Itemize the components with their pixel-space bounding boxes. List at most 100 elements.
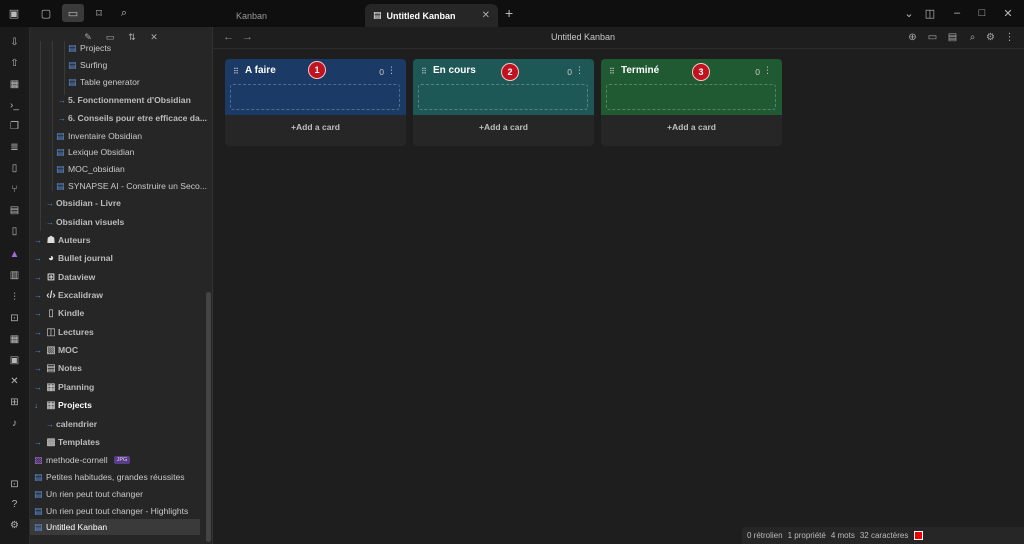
search-icon[interactable]: ⌕ xyxy=(966,31,979,44)
list-item[interactable]: ▤ Inventaire Obsidian xyxy=(30,128,212,144)
list-item[interactable]: → Obsidian visuels xyxy=(30,214,212,230)
card-drop-zone[interactable] xyxy=(230,84,400,110)
more-vertical-icon[interactable]: ⋮ xyxy=(387,65,396,76)
chevron-right-icon: → xyxy=(34,437,42,447)
list-item[interactable]: ▤ Surfing xyxy=(30,57,212,73)
card-drop-zone[interactable] xyxy=(418,84,588,110)
list-item[interactable]: → 6. Conseils pour etre efficace da... xyxy=(30,110,212,126)
calendar-icon[interactable]: ▦ xyxy=(7,332,22,347)
layers-icon[interactable]: ≣ xyxy=(7,140,22,155)
scrollbar[interactable] xyxy=(206,292,211,542)
terminal-icon[interactable]: ›_ xyxy=(7,98,22,113)
close-icon[interactable]: ✕ xyxy=(482,10,490,21)
list-item[interactable]: → ☗ Auteurs xyxy=(30,232,212,248)
list-item[interactable]: → ▩ Templates xyxy=(30,434,212,450)
chevron-right-icon: → xyxy=(34,235,42,245)
mountain-icon[interactable]: ▲ xyxy=(7,247,22,262)
list-item[interactable]: ▤ Un rien peut tout changer xyxy=(30,486,212,502)
help-box-icon[interactable]: ⊡ xyxy=(7,477,22,492)
folder-icon[interactable]: ▭ xyxy=(62,4,84,22)
tab-kanban[interactable]: Kanban xyxy=(228,4,363,27)
more-vertical-icon[interactable]: ⋮ xyxy=(763,65,772,76)
ribbon: ⇩ ⇧ ▦ ›_ ❐ ≣ ▯ ⑂ ▤ ▯ ▲ ▥ ⫶ ⊡ ▦ ▣ ✕ ⊞ ♪ ⊡… xyxy=(0,27,30,544)
list-item[interactable]: ▤ Table generator xyxy=(30,74,212,90)
list-item[interactable]: → ▧ MOC xyxy=(30,342,212,358)
maximize-icon[interactable]: □ xyxy=(974,5,990,21)
minimize-icon[interactable]: – xyxy=(949,5,965,21)
file-code-icon[interactable]: ▯ xyxy=(7,161,22,176)
list-item[interactable]: → ▯ Kindle xyxy=(30,305,212,321)
list-item[interactable]: → calendrier xyxy=(30,416,212,432)
chevron-down-icon[interactable]: ⌄ xyxy=(901,5,917,21)
card-drop-zone[interactable] xyxy=(606,84,776,110)
list-item[interactable]: → ▤ Notes xyxy=(30,360,212,376)
list-item[interactable]: → ◫ Lectures xyxy=(30,324,212,340)
tab-untitled-kanban[interactable]: ▤ Untitled Kanban ✕ xyxy=(365,4,498,27)
list-item[interactable]: ▤ SYNAPSE AI - Construire un Seco... xyxy=(30,178,212,194)
file-icon: ▤ xyxy=(34,505,43,516)
file-icon[interactable]: ▢ xyxy=(38,5,54,21)
lane-title[interactable]: En cours xyxy=(433,65,476,76)
list-item[interactable]: ▤ Projects xyxy=(30,40,212,56)
list-item[interactable]: → ▦ Planning xyxy=(30,379,212,395)
tablet-icon[interactable]: ▯ xyxy=(7,224,22,239)
sidebar-toggle-icon[interactable]: ▣ xyxy=(6,5,22,21)
add-circle-icon[interactable]: ⊕ xyxy=(906,31,919,44)
list-item-selected[interactable]: ▤ Untitled Kanban xyxy=(30,519,200,535)
inbox-down-icon[interactable]: ⇩ xyxy=(7,35,22,50)
add-card-button[interactable]: +Add a card xyxy=(601,122,782,132)
list-item[interactable]: → ◕ Bullet journal xyxy=(30,250,212,266)
inbox-up-icon[interactable]: ⇧ xyxy=(7,56,22,71)
file-icon: ▤ xyxy=(56,146,65,157)
file-icon: ▤ xyxy=(68,59,77,70)
file-icon: ▤ xyxy=(34,488,43,499)
add-card-button[interactable]: +Add a card xyxy=(225,122,406,132)
list-item[interactable]: → 5. Fonctionnement d'Obsidian xyxy=(30,92,212,108)
add-card-button[interactable]: +Add a card xyxy=(413,122,594,132)
list-item[interactable]: → ⊞ Dataview xyxy=(30,269,212,285)
drag-handle-icon[interactable]: ⠿ xyxy=(421,67,427,76)
chevron-right-icon: → xyxy=(58,113,66,123)
list-item[interactable]: ▨ methode-cornell JPG xyxy=(30,452,212,468)
drag-handle-icon[interactable]: ⠿ xyxy=(233,67,239,76)
note-icon: ▤ xyxy=(46,362,56,374)
close-icon[interactable]: ✕ xyxy=(1000,5,1016,21)
backlinks-count[interactable]: 0 rétrolien xyxy=(747,531,783,540)
list-item[interactable]: ↓ ▦ Projects xyxy=(30,397,212,413)
sliders-icon[interactable]: ⫶ xyxy=(7,290,22,305)
list-item[interactable]: → ‹/› Excalidraw xyxy=(30,287,212,303)
lane-title[interactable]: Terminé xyxy=(621,65,659,76)
layout-template-icon[interactable]: ▥ xyxy=(7,268,22,283)
bracket-icon[interactable]: ⊡ xyxy=(7,311,22,326)
table-icon[interactable]: ▤ xyxy=(7,203,22,218)
list-item[interactable]: → Obsidian - Livre xyxy=(30,195,212,211)
help-circle-icon[interactable]: ? xyxy=(7,497,22,512)
gear-icon[interactable]: ⚙ xyxy=(984,31,997,44)
presentation-icon[interactable]: ▦ xyxy=(7,77,22,92)
chevron-right-icon: → xyxy=(46,198,54,208)
copy-icon[interactable]: ❐ xyxy=(7,119,22,134)
list-item[interactable]: ▤ Un rien peut tout changer - Highlights xyxy=(30,503,212,519)
git-fork-icon[interactable]: ⑂ xyxy=(7,182,22,197)
file-icon[interactable]: ▤ xyxy=(946,31,959,44)
lane-title[interactable]: A faire xyxy=(245,65,276,76)
list-item[interactable]: ▤ Petites habitudes, grandes réussites xyxy=(30,469,212,485)
list-item[interactable]: ▤ Lexique Obsidian xyxy=(30,144,212,160)
search-icon[interactable]: ⌕ xyxy=(116,5,132,21)
more-vertical-icon[interactable]: ⋮ xyxy=(575,65,584,76)
chevron-right-icon: → xyxy=(34,382,42,392)
status-indicator[interactable] xyxy=(914,531,924,540)
more-vertical-icon[interactable]: ⋮ xyxy=(1003,31,1016,44)
panel-icon[interactable]: ▣ xyxy=(7,353,22,368)
new-tab-button[interactable]: + xyxy=(505,5,513,21)
microphone-icon[interactable]: ♪ xyxy=(7,416,22,431)
bookmark-icon[interactable]: ⌑ xyxy=(91,5,107,21)
list-item[interactable]: ▤ MOC_obsidian xyxy=(30,161,212,177)
layout-icon[interactable]: ◫ xyxy=(922,5,938,21)
archive-icon[interactable]: ▭ xyxy=(926,31,939,44)
drag-handle-icon[interactable]: ⠿ xyxy=(609,67,615,76)
settings-icon[interactable]: ⚙ xyxy=(7,518,22,533)
tools-icon[interactable]: ✕ xyxy=(7,374,22,389)
file-icon: ▤ xyxy=(34,521,43,532)
grid-icon[interactable]: ⊞ xyxy=(7,395,22,410)
